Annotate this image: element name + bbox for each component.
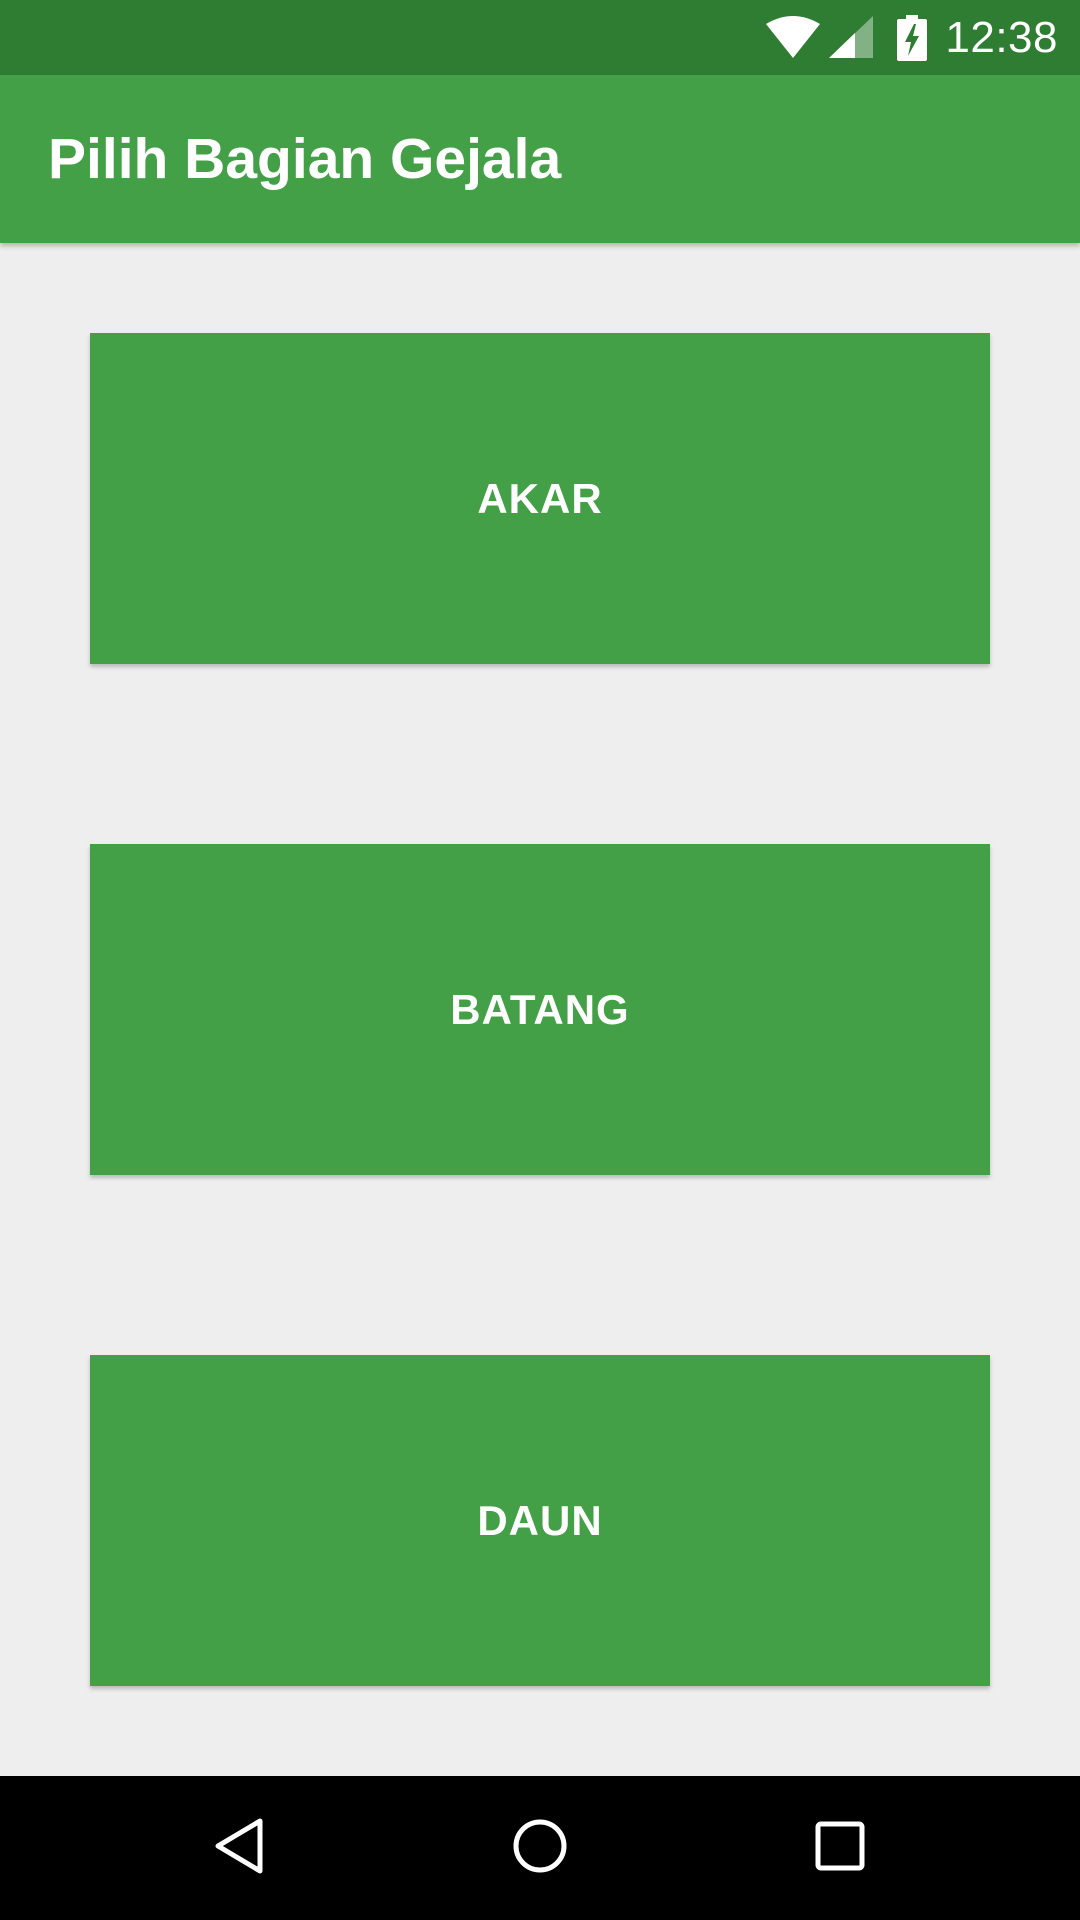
status-bar: 12:38 (0, 0, 1080, 75)
app-bar: Pilih Bagian Gejala (0, 75, 1080, 243)
recents-icon (814, 1820, 866, 1877)
navigation-bar (0, 1776, 1080, 1920)
daun-button-label: DAUN (477, 1496, 603, 1544)
home-icon (512, 1818, 568, 1879)
akar-button[interactable]: AKAR (90, 333, 990, 664)
daun-button[interactable]: DAUN (90, 1355, 990, 1686)
battery-charging-icon (897, 14, 928, 61)
page-title: Pilih Bagian Gejala (48, 127, 562, 191)
wifi-icon (765, 15, 821, 60)
batang-button[interactable]: BATANG (90, 844, 990, 1175)
status-icons: 12:38 (765, 0, 1058, 75)
back-button[interactable] (180, 1776, 300, 1920)
recents-button[interactable] (780, 1776, 900, 1920)
main-content: AKAR BATANG DAUN (0, 243, 1080, 1776)
akar-button-label: AKAR (477, 474, 603, 522)
back-icon (212, 1816, 268, 1881)
status-time: 12:38 (945, 12, 1058, 62)
batang-button-label: BATANG (450, 985, 630, 1033)
home-button[interactable] (480, 1776, 600, 1920)
cell-signal-icon (829, 15, 874, 60)
